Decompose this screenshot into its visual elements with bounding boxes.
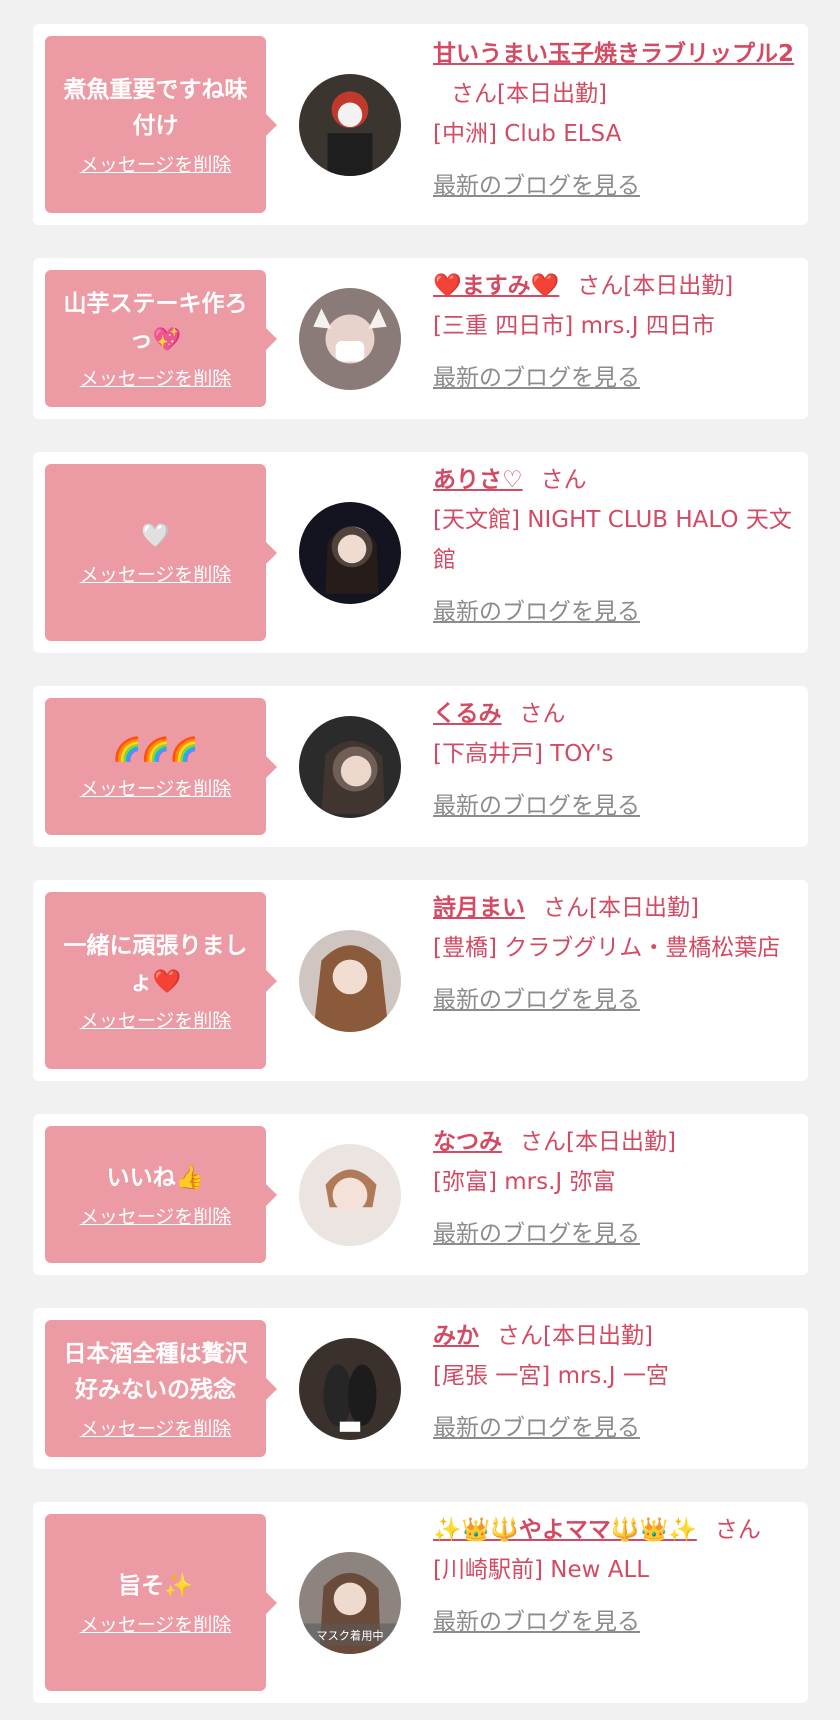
latest-blog-link[interactable]: 最新のブログを見る [433,786,797,826]
latest-blog-link[interactable]: 最新のブログを見る [433,1408,797,1448]
cast-info: ❤️ますみ❤️ さん[本日出勤] [三重 四日市] mrs.J 四日市 最新のブロ… [433,266,797,398]
list-item: いいね👍 メッセージを削除 なつみ さん[本日出勤] [弥富] mrs.J 弥富 … [33,1114,808,1275]
avatar[interactable]: マスク着用中 [299,1552,401,1654]
message-text: いいね👍 [106,1165,205,1191]
favorites-list: 煮魚重要ですね味付け メッセージを削除 甘いうまい玉子焼きラブリップル2 さん[本… [0,0,840,1720]
message-text: 山芋ステーキ作ろっ💖 [63,291,248,353]
message-bubble: 旨そ✨ メッセージを削除 [45,1514,277,1691]
message-text: 🌈🌈🌈 [112,737,199,763]
message-bubble: 日本酒全種は贅沢好みないの残念 メッセージを削除 [45,1320,277,1457]
cast-name-link[interactable]: なつみ [433,1129,502,1155]
delete-message-link[interactable]: メッセージを削除 [80,1414,232,1441]
list-item: 🤍 メッセージを削除 ありさ♡ さん [天文館] NIGHT CLUB HALO … [33,452,808,653]
message-text: 煮魚重要ですね味付け [63,77,248,139]
cast-name-link[interactable]: ✨👑🔱やよママ🔱👑✨ [433,1517,697,1543]
message-bubble: 一緒に頑張りましょ❤️ メッセージを削除 [45,892,277,1069]
latest-blog-link[interactable]: 最新のブログを見る [433,1214,797,1254]
cast-name-link[interactable]: ありさ♡ [433,467,523,493]
cast-info: ✨👑🔱やよママ🔱👑✨ さん [川崎駅前] New ALL 最新のブログを見る [433,1510,797,1642]
cast-name-link[interactable]: みか [433,1323,479,1349]
latest-blog-link[interactable]: 最新のブログを見る [433,980,797,1020]
cast-name-link[interactable]: ❤️ますみ❤️ [433,273,559,299]
latest-blog-link[interactable]: 最新のブログを見る [433,166,797,206]
cast-name-link[interactable]: 甘いうまい玉子焼きラブリップル2 [433,41,794,67]
delete-message-link[interactable]: メッセージを削除 [80,774,232,801]
avatar[interactable] [299,716,401,818]
list-item: 煮魚重要ですね味付け メッセージを削除 甘いうまい玉子焼きラブリップル2 さん[本… [33,24,808,225]
list-item: 一緒に頑張りましょ❤️ メッセージを削除 詩月まい さん[本日出勤] [豊橋] ク… [33,880,808,1081]
shop-name: [弥富] mrs.J 弥富 [433,1169,616,1195]
delete-message-link[interactable]: メッセージを削除 [80,1610,232,1637]
avatar[interactable] [299,288,401,390]
cast-name-link[interactable]: 詩月まい [433,895,525,921]
avatar[interactable] [299,502,401,604]
list-item: 日本酒全種は贅沢好みないの残念 メッセージを削除 みか さん[本日出勤] [尾張 … [33,1308,808,1469]
cast-suffix: さん [714,1517,761,1543]
cast-info: ありさ♡ さん [天文館] NIGHT CLUB HALO 天文館 最新のブログを… [433,460,797,632]
cast-info: 甘いうまい玉子焼きラブリップル2さん[本日出勤] [中洲] Club ELSA … [433,34,797,206]
latest-blog-link[interactable]: 最新のブログを見る [433,1602,797,1642]
shop-name: [尾張 一宮] mrs.J 一宮 [433,1363,669,1389]
cast-suffix: さん [519,701,566,727]
shop-name: [三重 四日市] mrs.J 四日市 [433,313,715,339]
avatar[interactable] [299,930,401,1032]
cast-suffix: さん[本日出勤] [497,1323,653,1349]
cast-info: なつみ さん[本日出勤] [弥富] mrs.J 弥富 最新のブログを見る [433,1122,797,1254]
avatar[interactable] [299,74,401,176]
shop-name: [中洲] Club ELSA [433,121,622,147]
shop-name: [下高井戸] TOY's [433,741,614,767]
list-item: 山芋ステーキ作ろっ💖 メッセージを削除 ❤️ますみ❤️ さん[本日出勤] [三重 … [33,258,808,419]
message-bubble: いいね👍 メッセージを削除 [45,1126,277,1263]
cast-suffix: さん[本日出勤] [543,895,699,921]
list-item: 旨そ✨ メッセージを削除 マスク着用中 ✨👑🔱やよママ🔱👑✨ さん [川崎駅前] … [33,1502,808,1703]
avatar[interactable] [299,1338,401,1440]
message-bubble: 煮魚重要ですね味付け メッセージを削除 [45,36,277,213]
latest-blog-link[interactable]: 最新のブログを見る [433,358,797,398]
message-text: 旨そ✨ [118,1573,193,1599]
delete-message-link[interactable]: メッセージを削除 [80,1202,232,1229]
message-bubble: 🌈🌈🌈 メッセージを削除 [45,698,277,835]
delete-message-link[interactable]: メッセージを削除 [80,364,232,391]
message-text: 日本酒全種は贅沢好みないの残念 [63,1341,248,1403]
cast-info: 詩月まい さん[本日出勤] [豊橋] クラブグリム・豊橋松葉店 最新のブログを見る [433,888,797,1020]
cast-info: くるみ さん [下高井戸] TOY's 最新のブログを見る [433,694,797,826]
delete-message-link[interactable]: メッセージを削除 [80,1006,232,1033]
cast-name-link[interactable]: くるみ [433,701,502,727]
list-item: 🌈🌈🌈 メッセージを削除 くるみ さん [下高井戸] TOY's 最新のブログを見… [33,686,808,847]
cast-info: みか さん[本日出勤] [尾張 一宮] mrs.J 一宮 最新のブログを見る [433,1316,797,1448]
latest-blog-link[interactable]: 最新のブログを見る [433,592,797,632]
message-bubble: 🤍 メッセージを削除 [45,464,277,641]
avatar-caption: マスク着用中 [316,1629,383,1643]
avatar[interactable] [299,1144,401,1246]
cast-suffix: さん [540,467,587,493]
shop-name: [天文館] NIGHT CLUB HALO 天文館 [433,507,792,573]
delete-message-link[interactable]: メッセージを削除 [80,150,232,177]
shop-name: [川崎駅前] New ALL [433,1557,650,1583]
message-text: 🤍 [141,523,170,549]
cast-suffix: さん[本日出勤] [577,273,734,299]
delete-message-link[interactable]: メッセージを削除 [80,560,232,587]
cast-suffix: さん[本日出勤] [520,1129,676,1155]
cast-suffix: さん[本日出勤] [451,81,607,107]
message-bubble: 山芋ステーキ作ろっ💖 メッセージを削除 [45,270,277,407]
message-text: 一緒に頑張りましょ❤️ [63,933,248,995]
shop-name: [豊橋] クラブグリム・豊橋松葉店 [433,935,781,961]
